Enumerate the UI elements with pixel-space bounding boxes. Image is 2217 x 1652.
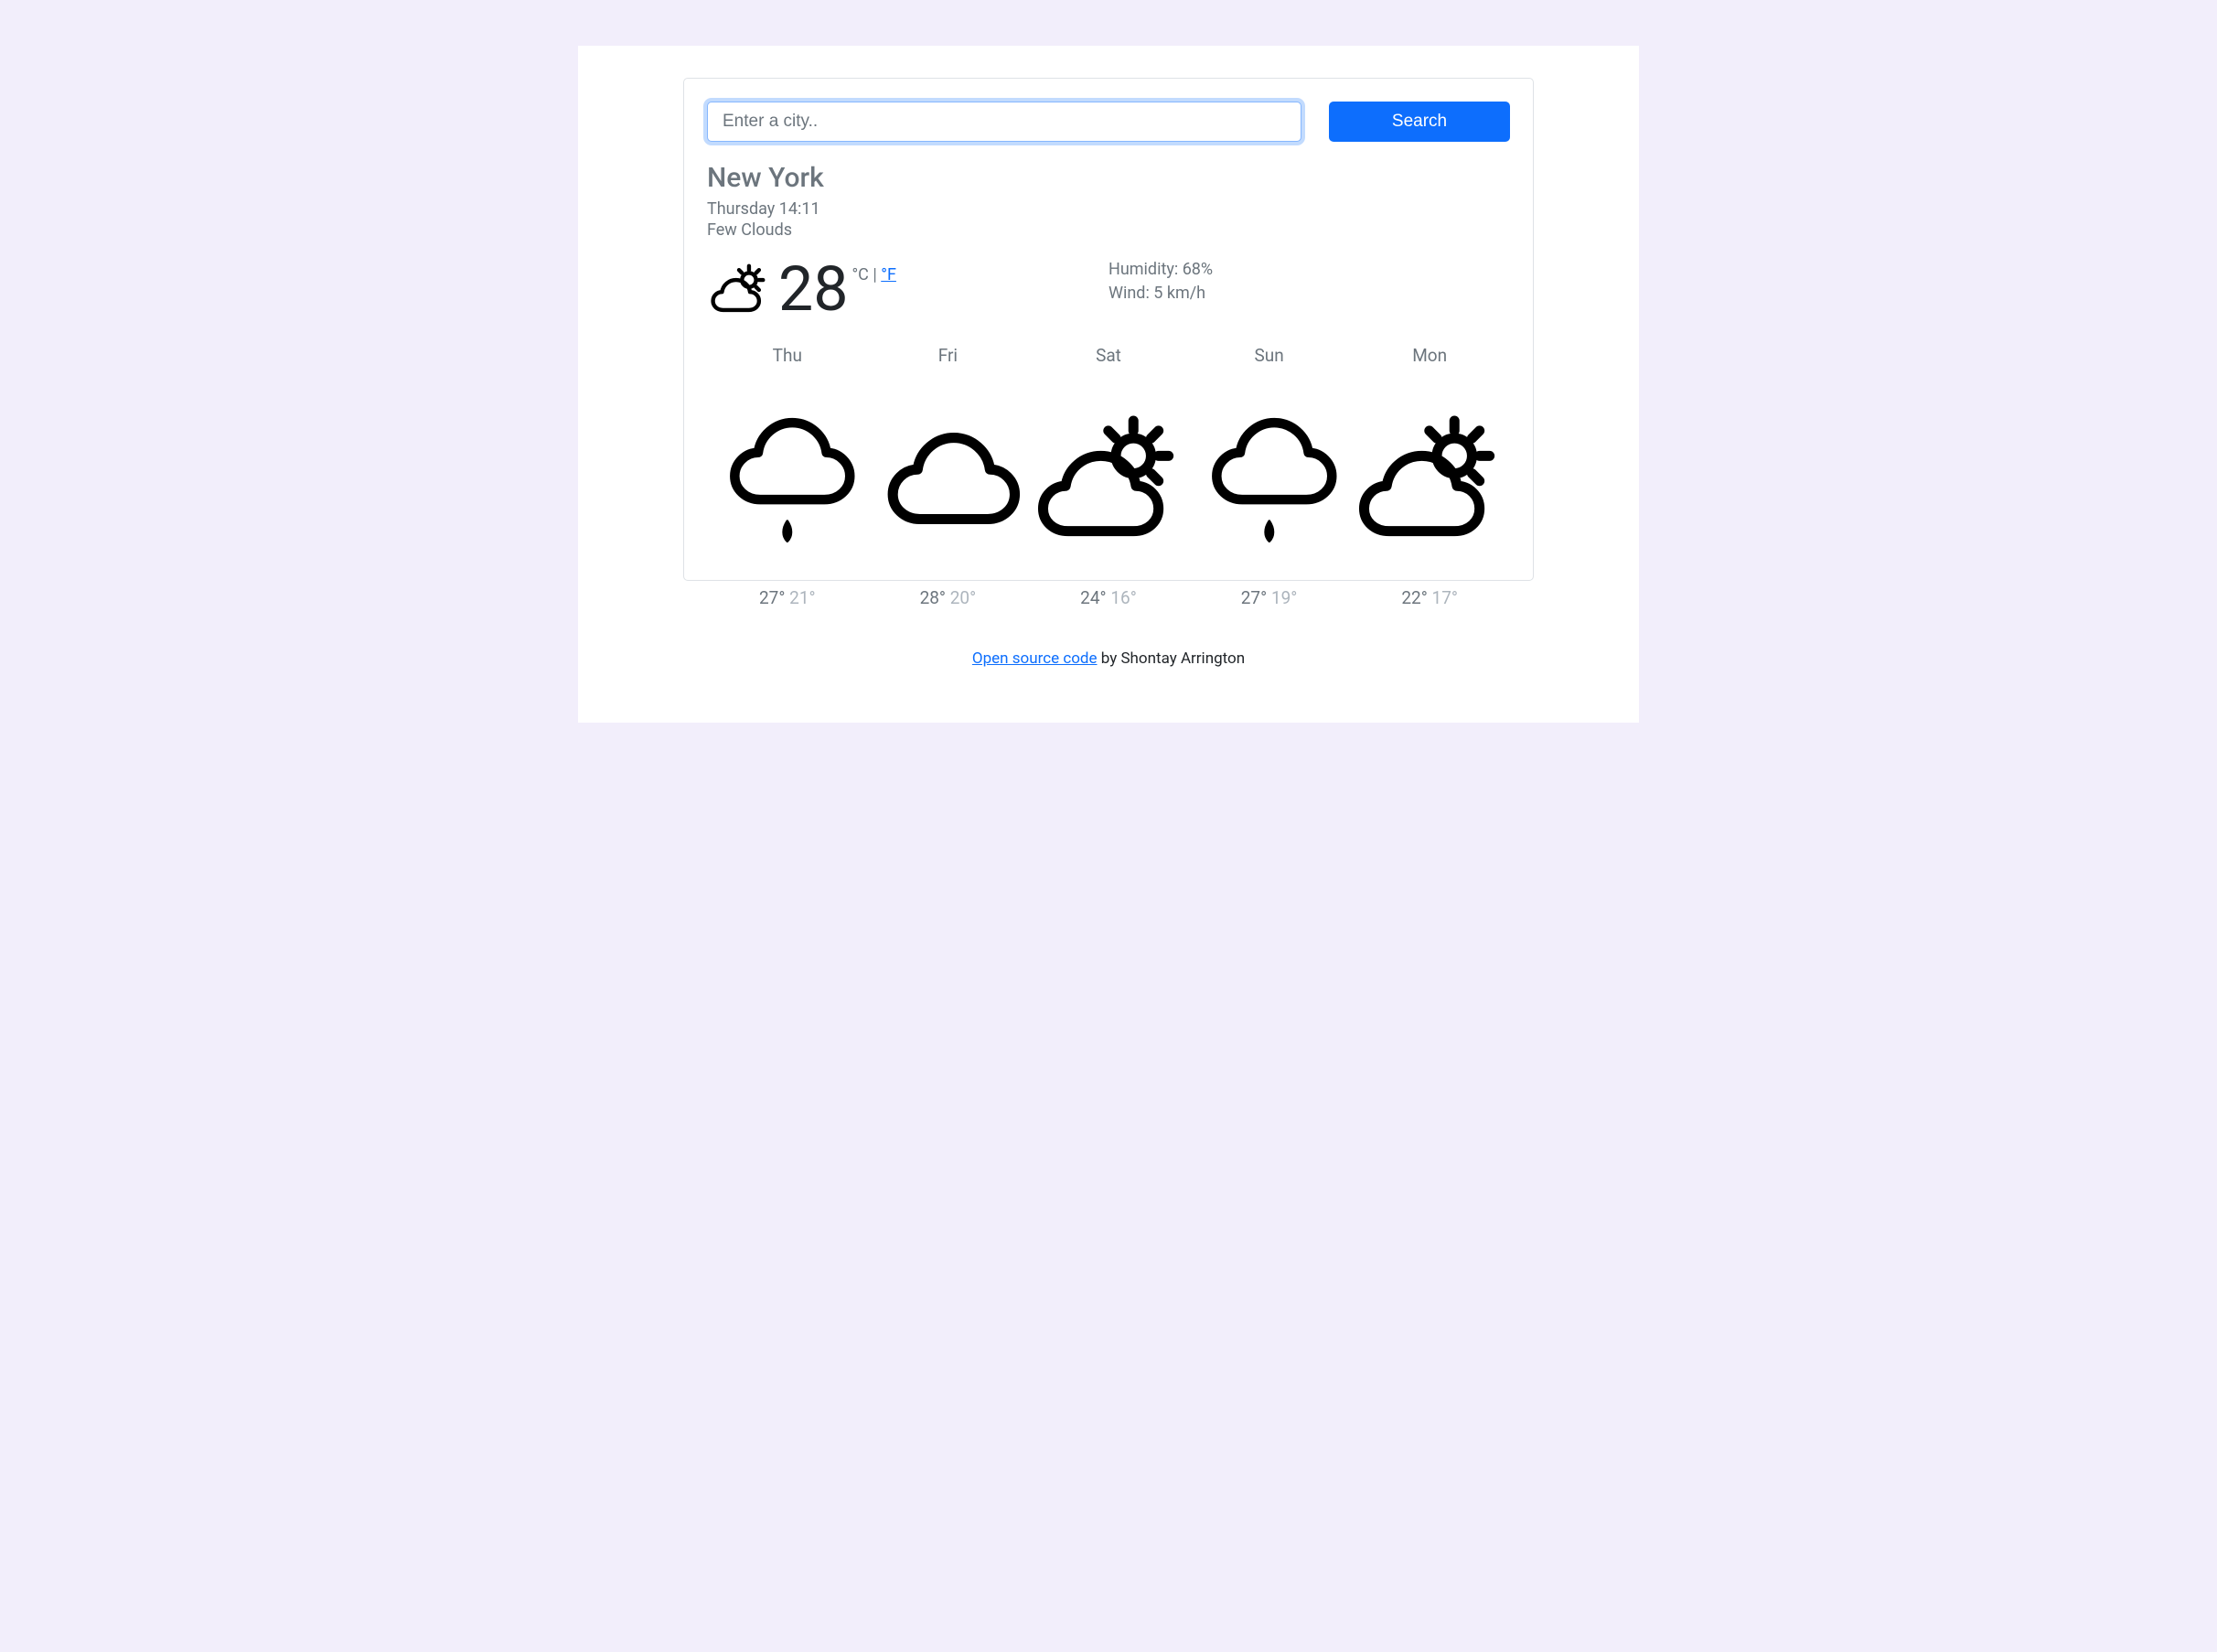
current-left: 28 °C | °F bbox=[707, 258, 1108, 322]
forecast-day: Mon 22° 17° bbox=[1349, 345, 1510, 557]
forecast-day-label: Sat bbox=[1028, 345, 1189, 366]
cloud-rain-icon bbox=[707, 375, 868, 587]
humidity-row: Humidity: 68% bbox=[1108, 258, 1510, 282]
search-row: Search bbox=[707, 102, 1510, 142]
forecast-temps: 24° 16° bbox=[1028, 587, 1189, 608]
temp-high: 28° bbox=[920, 587, 946, 608]
footer-by-text: by Shontay Arrington bbox=[1098, 649, 1246, 668]
temp-high: 24° bbox=[1080, 587, 1106, 608]
humidity-value: 68% bbox=[1183, 260, 1213, 279]
unit-separator: | bbox=[869, 265, 881, 284]
temp-low: 19° bbox=[1271, 587, 1297, 608]
forecast-day-label: Fri bbox=[868, 345, 1029, 366]
unit-celsius: °C bbox=[851, 265, 868, 284]
temp-high: 27° bbox=[759, 587, 785, 608]
city-search-input[interactable] bbox=[707, 102, 1301, 142]
overview-section: New York Thursday 14:11 Few Clouds bbox=[707, 162, 1510, 240]
weather-description: Few Clouds bbox=[707, 220, 1510, 240]
cloud-sun-icon bbox=[1349, 375, 1510, 587]
temp-low: 21° bbox=[789, 587, 815, 608]
wind-value: 5 km/h bbox=[1153, 284, 1205, 303]
search-button[interactable]: Search bbox=[1329, 102, 1510, 142]
forecast-day: Thu 27° 21° bbox=[707, 345, 868, 557]
forecast-day: Sat 24° 16° bbox=[1028, 345, 1189, 557]
weather-card: Search New York Thursday 14:11 Few Cloud… bbox=[683, 78, 1534, 581]
forecast-row: Thu 27° 21° Fri 28° 20° Sat 24° bbox=[707, 345, 1510, 557]
forecast-day: Fri 28° 20° bbox=[868, 345, 1029, 557]
temp-low: 17° bbox=[1432, 587, 1458, 608]
forecast-temps: 27° 19° bbox=[1189, 587, 1350, 608]
forecast-day-label: Mon bbox=[1349, 345, 1510, 366]
date-time: Thursday 14:11 bbox=[707, 198, 1510, 220]
forecast-temps: 27° 21° bbox=[707, 587, 868, 608]
temp-low: 16° bbox=[1110, 587, 1136, 608]
cloud-sun-icon bbox=[1028, 375, 1189, 587]
forecast-temps: 22° 17° bbox=[1349, 587, 1510, 608]
wind-label: Wind: bbox=[1108, 284, 1153, 303]
open-source-link[interactable]: Open source code bbox=[972, 649, 1098, 668]
forecast-day-label: Sun bbox=[1189, 345, 1350, 366]
unit-fahrenheit-link[interactable]: °F bbox=[881, 265, 896, 284]
footer: Open source code by Shontay Arrington bbox=[683, 649, 1534, 668]
unit-toggle: °C | °F bbox=[851, 265, 895, 284]
cloud-rain-icon bbox=[1189, 375, 1350, 587]
forecast-day: Sun 27° 19° bbox=[1189, 345, 1350, 557]
wind-row: Wind: 5 km/h bbox=[1108, 282, 1510, 306]
temp-high: 27° bbox=[1241, 587, 1267, 608]
cloud-icon bbox=[868, 375, 1029, 587]
forecast-temps: 28° 20° bbox=[868, 587, 1029, 608]
city-name: New York bbox=[707, 162, 1510, 194]
current-weather-row: 28 °C | °F Humidity: 68% Wind: 5 km/h bbox=[707, 258, 1510, 322]
humidity-label: Humidity: bbox=[1108, 260, 1183, 279]
page-container: Search New York Thursday 14:11 Few Cloud… bbox=[578, 46, 1639, 723]
temp-low: 20° bbox=[950, 587, 976, 608]
current-temperature: 28 bbox=[778, 258, 848, 320]
temp-high: 22° bbox=[1401, 587, 1427, 608]
cloud-sun-icon bbox=[707, 258, 771, 322]
forecast-day-label: Thu bbox=[707, 345, 868, 366]
current-right: Humidity: 68% Wind: 5 km/h bbox=[1108, 258, 1510, 322]
